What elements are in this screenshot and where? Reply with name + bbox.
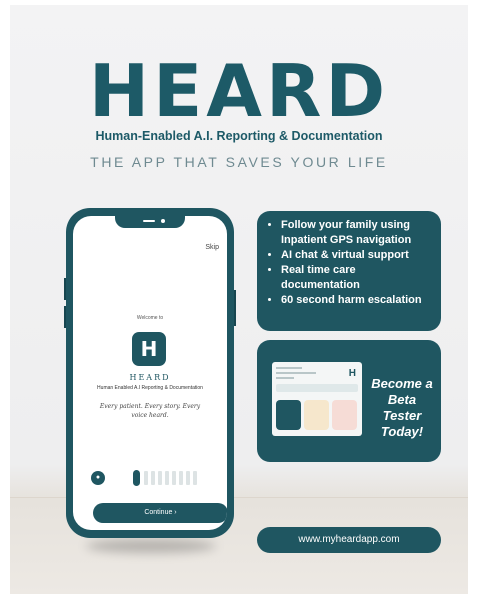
logo-wordmark: HEARD — [88, 49, 390, 133]
pager-dot[interactable] — [151, 471, 155, 485]
thumb-line — [276, 377, 294, 379]
feature-item: Follow your family using Inpatient GPS n… — [281, 218, 431, 248]
pager-dot-active[interactable] — [133, 470, 140, 486]
phone-notch — [115, 216, 185, 228]
pager-dot[interactable] — [193, 471, 197, 485]
thumb-tile — [332, 400, 357, 430]
pager-dot[interactable] — [179, 471, 183, 485]
notch-camera — [161, 219, 165, 223]
phone-side-button — [64, 278, 66, 300]
app-logo-icon: H — [132, 332, 166, 366]
continue-button[interactable]: Continue › — [93, 503, 227, 523]
thumb-tile — [276, 400, 301, 430]
beta-card[interactable]: H Become a Beta Tester Today! — [257, 340, 441, 462]
thumb-line — [276, 367, 302, 369]
feature-item: Real time care documentation — [281, 263, 431, 293]
logo-subtitle: Human-Enabled A.I. Reporting & Documenta… — [95, 129, 383, 143]
features-card: Follow your family using Inpatient GPS n… — [257, 211, 441, 331]
feature-item: AI chat & virtual support — [281, 248, 431, 263]
skip-button[interactable]: Skip — [205, 244, 219, 251]
pager-dot[interactable] — [158, 471, 162, 485]
pager-dot[interactable] — [172, 471, 176, 485]
app-slogan: Every patient. Every story. Every voice … — [99, 403, 201, 419]
lock-icon[interactable]: ● — [91, 471, 105, 485]
pager-dot[interactable] — [144, 471, 148, 485]
pager-dot[interactable] — [165, 471, 169, 485]
phone-shadow — [86, 539, 216, 553]
beta-tester-text: Become a Beta Tester Today! — [371, 376, 433, 439]
feature-item: 60 second harm escalation — [281, 293, 431, 308]
thumb-bar — [276, 384, 358, 392]
tagline: THE APP THAT SAVES YOUR LIFE — [90, 154, 388, 170]
thumb-tile — [304, 400, 329, 430]
notch-speaker — [143, 220, 155, 222]
app-subtitle: Human Enabled A.I Reporting & Documentat… — [97, 385, 203, 391]
welcome-text: Welcome to — [136, 315, 164, 321]
poster: HEARD Human-Enabled A.I. Reporting & Doc… — [10, 5, 468, 594]
phone-side-button — [64, 306, 66, 328]
app-screenshot-thumbnail: H — [272, 362, 362, 436]
phone-power-button — [234, 290, 236, 326]
features-list: Follow your family using Inpatient GPS n… — [257, 211, 441, 308]
app-name: HEARD — [129, 373, 171, 382]
phone-screen: Skip Welcome to H HEARD Human Enabled A.… — [73, 216, 227, 530]
pager-dot[interactable] — [186, 471, 190, 485]
website-link[interactable]: www.myheardapp.com — [257, 527, 441, 553]
phone-mockup: Skip Welcome to H HEARD Human Enabled A.… — [64, 208, 236, 538]
thumb-line — [276, 372, 316, 374]
thumb-logo: H — [348, 368, 356, 379]
